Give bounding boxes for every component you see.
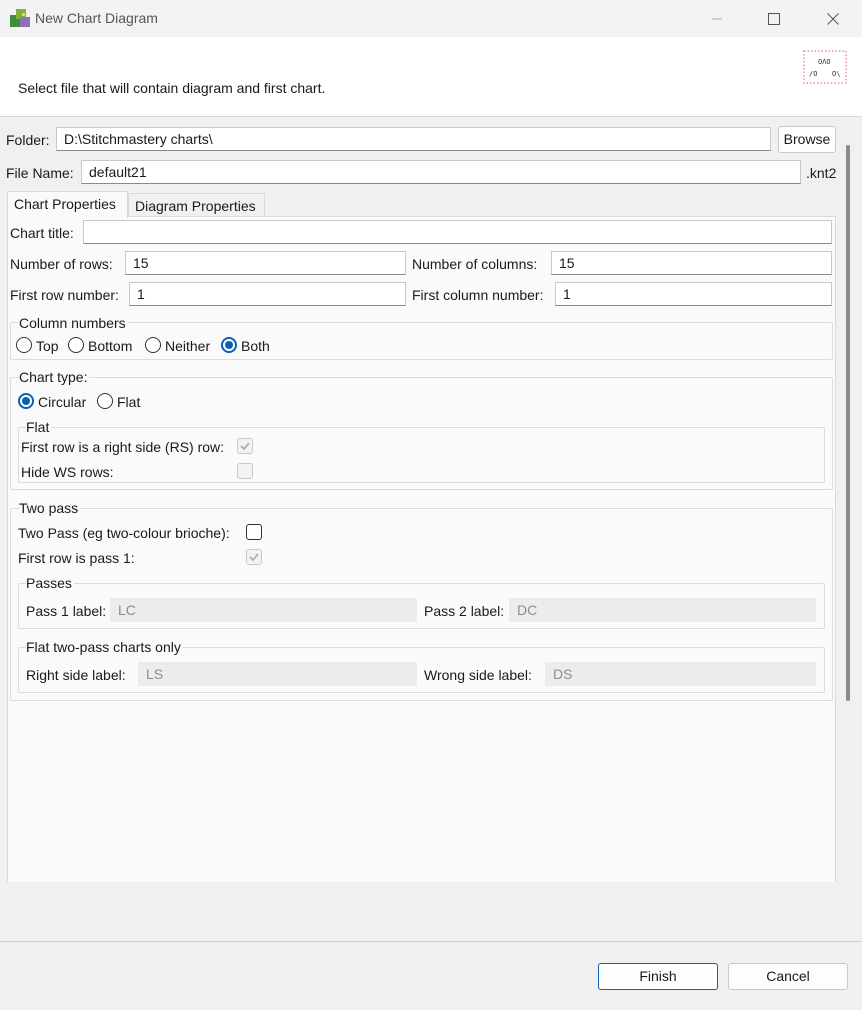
svg-text:O\: O\ <box>832 70 840 78</box>
right-side-input[interactable]: LS <box>138 662 417 686</box>
title-bar: New Chart Diagram <box>0 0 862 37</box>
two-pass-label: Two Pass (eg two-colour brioche): <box>18 525 230 541</box>
minimize-button[interactable] <box>688 0 746 37</box>
pass2-input[interactable]: DC <box>509 598 816 622</box>
radio-both[interactable] <box>221 337 237 353</box>
radio-neither-label: Neither <box>165 338 211 354</box>
radio-flat[interactable] <box>97 393 113 409</box>
columns-input[interactable]: 15 <box>551 251 832 275</box>
filename-input[interactable]: default21 <box>81 160 801 184</box>
checkmark-icon <box>240 442 250 451</box>
two-pass-title: Two pass <box>19 500 81 516</box>
browse-button[interactable]: Browse <box>778 126 836 153</box>
first-row-rs-checkbox[interactable] <box>237 438 253 454</box>
pass1-input[interactable]: LC <box>110 598 417 622</box>
radio-top-label: Top <box>36 338 59 354</box>
finish-button[interactable]: Finish <box>598 963 718 990</box>
cancel-button[interactable]: Cancel <box>728 963 848 990</box>
rows-label: Number of rows: <box>10 256 113 272</box>
folder-input[interactable]: D:\Stitchmastery charts\ <box>56 127 771 151</box>
radio-both-label: Both <box>241 338 270 354</box>
chart-title-label: Chart title: <box>10 225 74 241</box>
maximize-button[interactable] <box>745 0 803 37</box>
rows-input[interactable]: 15 <box>125 251 406 275</box>
svg-text:OΛO: OΛO <box>818 58 831 66</box>
pass2-label: Pass 2 label: <box>424 603 505 619</box>
radio-neither[interactable] <box>145 337 161 353</box>
tab-chart-properties[interactable]: Chart Properties <box>7 191 128 218</box>
filename-label: File Name: <box>6 165 74 181</box>
folder-label: Folder: <box>6 132 50 148</box>
first-row-label: First row number: <box>10 287 119 303</box>
column-numbers-group <box>10 322 833 360</box>
maximize-icon <box>768 12 780 25</box>
radio-bottom[interactable] <box>68 337 84 353</box>
vertical-scrollbar[interactable] <box>846 145 850 701</box>
columns-label: Number of columns: <box>412 256 538 272</box>
window-title: New Chart Diagram <box>35 10 158 26</box>
flat-title: Flat <box>26 419 52 435</box>
chart-type-title: Chart type: <box>19 369 90 385</box>
header-message: Select file that will contain diagram an… <box>18 80 326 96</box>
hide-ws-checkbox[interactable] <box>237 463 253 479</box>
radio-top[interactable] <box>16 337 32 353</box>
wrong-side-input[interactable]: DS <box>545 662 816 686</box>
radio-circular[interactable] <box>18 393 34 409</box>
close-icon <box>827 12 839 25</box>
flat-two-pass-title: Flat two-pass charts only <box>26 639 183 655</box>
column-numbers-title: Column numbers <box>19 315 128 331</box>
chart-title-input[interactable] <box>83 220 832 244</box>
passes-title: Passes <box>26 575 74 591</box>
app-icon <box>10 9 30 27</box>
first-column-input[interactable]: 1 <box>555 282 832 306</box>
checkmark-icon <box>249 553 259 562</box>
first-pass-label: First row is pass 1: <box>18 550 135 566</box>
file-extension: .knt2 <box>806 165 837 181</box>
wizard-header: Select file that will contain diagram an… <box>0 37 862 117</box>
hide-ws-label: Hide WS rows: <box>21 464 114 480</box>
first-pass-checkbox[interactable] <box>246 549 262 565</box>
minimize-icon <box>712 18 722 19</box>
radio-flat-label: Flat <box>117 394 141 410</box>
close-window-button[interactable] <box>804 0 862 37</box>
chart-diagram-icon: OΛO /O O\ <box>803 50 847 84</box>
first-row-input[interactable]: 1 <box>129 282 406 306</box>
pass1-label: Pass 1 label: <box>26 603 107 619</box>
wrong-side-label: Wrong side label: <box>424 667 532 683</box>
svg-text:/O: /O <box>809 70 817 78</box>
radio-bottom-label: Bottom <box>88 338 133 354</box>
first-row-rs-label: First row is a right side (RS) row: <box>21 439 225 455</box>
first-column-label: First column number: <box>412 287 544 303</box>
footer-divider <box>0 941 862 942</box>
right-side-label: Right side label: <box>26 667 126 683</box>
two-pass-checkbox[interactable] <box>246 524 262 540</box>
radio-circular-label: Circular <box>38 394 87 410</box>
